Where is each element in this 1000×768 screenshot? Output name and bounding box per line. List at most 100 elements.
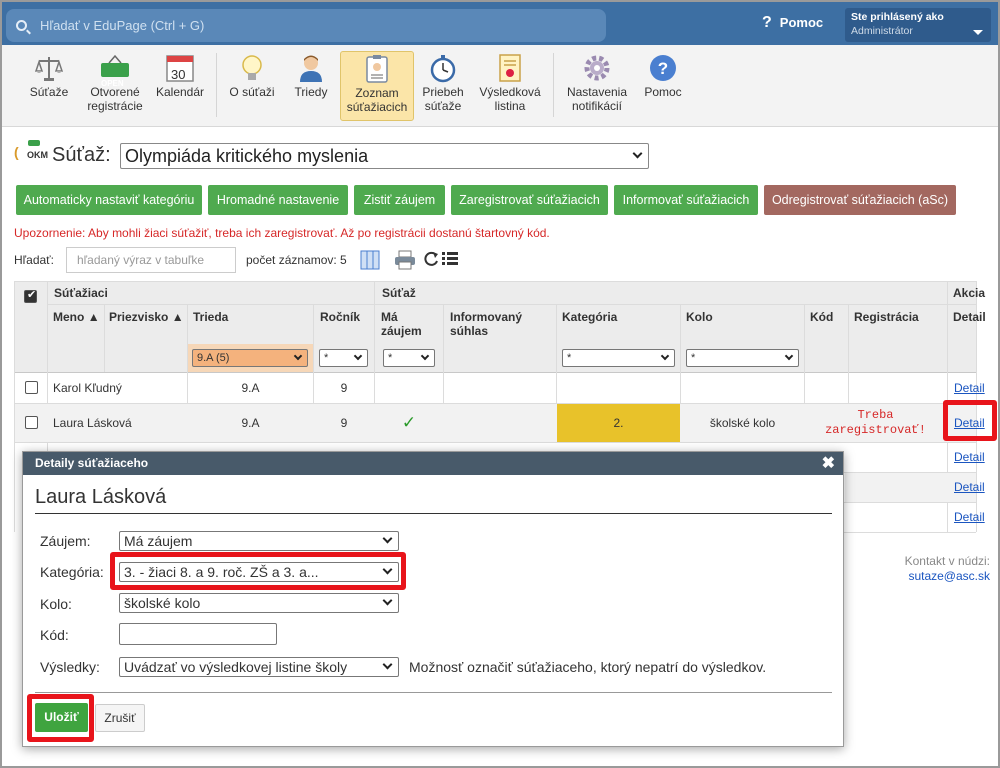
registration-warning: Upozornenie: Aby mohli žiaci súťažiť, tr… <box>14 226 550 240</box>
global-search-placeholder: Hľadať v EduPage (Ctrl + G) <box>40 18 205 33</box>
list-icon[interactable] <box>442 251 458 267</box>
logo-text: OKM <box>27 150 48 160</box>
col-registration[interactable]: Registrácia <box>854 310 919 324</box>
toolbar-item-open-registrations[interactable]: OPEN Otvorené registrácie <box>84 51 146 121</box>
row-checkbox[interactable] <box>25 416 38 429</box>
chevron-down-icon <box>420 351 430 361</box>
top-bar: Hľadať v EduPage (Ctrl + G) ? Pomoc Ste p… <box>2 2 998 45</box>
row-2-category: 2. <box>613 416 624 430</box>
class-filter-select[interactable]: 9.A (5) <box>192 349 308 367</box>
round-filter-select[interactable]: * <box>686 349 799 367</box>
contest-select-value: Olympiáda kritického myslenia <box>125 146 369 166</box>
col-interest[interactable]: Má záujem <box>381 310 437 338</box>
interest-select[interactable]: Má záujem <box>119 531 399 551</box>
col-round[interactable]: Kolo <box>686 310 713 324</box>
main-toolbar: Súťaže OPEN Otvorené registrácie 30 Kale… <box>2 45 998 127</box>
col-year[interactable]: Ročník <box>320 310 360 324</box>
round-select-value: školské kolo <box>124 595 201 611</box>
contact-email[interactable]: sutaze@asc.sk <box>905 569 990 584</box>
row-1-class: 9.A <box>241 381 260 395</box>
row-4-detail-link[interactable]: Detail <box>954 480 985 494</box>
toolbar-separator <box>553 53 554 117</box>
row-5-detail-link[interactable]: Detail <box>954 510 985 524</box>
table-search-input[interactable]: hľadaný výraz v tabuľke <box>66 247 236 273</box>
check-interest-button[interactable]: Zistiť záujem <box>354 185 445 215</box>
year-filter-value: * <box>324 352 329 364</box>
toolbar-label: O súťaži <box>229 85 275 99</box>
help-label: Pomoc <box>779 15 824 30</box>
help-link[interactable]: ? Pomoc <box>762 14 823 32</box>
toolbar-item-calendar[interactable]: 30 Kalendár <box>152 51 208 121</box>
toolbar-item-notifications[interactable]: Nastavenia notifikácií <box>560 51 634 121</box>
toolbar-separator <box>216 53 217 117</box>
round-select[interactable]: školské kolo <box>119 593 399 613</box>
bulk-settings-button[interactable]: Hromadné nastavenie <box>208 185 348 215</box>
highlight-save <box>27 694 94 742</box>
record-count: počet záznamov: 5 <box>246 253 347 267</box>
toolbar-item-progress[interactable]: Priebeh súťaže <box>418 51 468 121</box>
col-code[interactable]: Kód <box>810 310 833 324</box>
chevron-down-icon <box>353 351 363 361</box>
print-icon[interactable] <box>394 250 416 270</box>
user-menu[interactable]: Ste prihlásený ako Administrátor <box>845 8 991 42</box>
toolbar-item-results[interactable]: Výsledková listina <box>474 51 546 121</box>
col-name[interactable]: Meno ▲ <box>53 310 100 324</box>
auto-category-button[interactable]: Automaticky nastaviť kategóriu <box>16 185 202 215</box>
row-1-name: Karol Kľudný <box>53 381 122 395</box>
chevron-down-icon <box>382 595 393 606</box>
col-class[interactable]: Trieda <box>193 310 228 324</box>
contact-label: Kontakt v núdzi: <box>904 554 990 568</box>
toolbar-item-about[interactable]: O súťaži <box>224 51 280 121</box>
category-filter-select[interactable]: * <box>562 349 675 367</box>
row-1-detail-link[interactable]: Detail <box>954 381 985 395</box>
clipboard-list-icon <box>366 55 388 83</box>
toolbar-label: Zoznam súťažiacich <box>346 86 408 114</box>
toolbar-item-competitions[interactable]: Súťaže <box>20 51 78 121</box>
col-category[interactable]: Kategória <box>562 310 617 324</box>
unregister-participants-button[interactable]: Odregistrovať súťažiacich (aSc) <box>764 185 956 215</box>
row-3-detail-link[interactable]: Detail <box>954 450 985 464</box>
col-surname[interactable]: Priezvisko ▲ <box>109 310 184 324</box>
toolbar-label: Súťaže <box>29 85 69 99</box>
dialog-header: Detaily súťažiaceho ✖ <box>23 452 843 475</box>
global-search-input[interactable]: Hľadať v EduPage (Ctrl + G) <box>6 9 606 42</box>
col-name-label: Meno <box>53 310 85 324</box>
participant-details-dialog: Detaily súťažiaceho ✖ Laura Lásková Záuj… <box>22 451 844 747</box>
year-filter-select[interactable]: * <box>319 349 368 367</box>
person-icon <box>300 55 322 82</box>
select-all-checkbox[interactable]: ✔ <box>24 289 37 303</box>
interest-filter-select[interactable]: * <box>383 349 435 367</box>
certificate-icon <box>499 54 521 82</box>
refresh-icon[interactable] <box>422 250 440 268</box>
chevron-down-icon <box>632 148 643 159</box>
round-filter-value: * <box>691 352 696 364</box>
row-2-class: 9.A <box>241 416 260 430</box>
col-consent[interactable]: Informovaný súhlas <box>450 310 540 338</box>
interest-select-value: Má záujem <box>124 533 193 549</box>
contest-label: Súťaž: <box>52 144 111 166</box>
chevron-down-icon <box>293 351 303 361</box>
inform-participants-button[interactable]: Informovať súťažiacich <box>614 185 758 215</box>
contest-select[interactable]: Olympiáda kritického myslenia <box>120 143 649 169</box>
open-badge: OPEN <box>101 79 124 88</box>
results-select[interactable]: Uvádzať vo výsledkovej listine školy <box>119 657 399 677</box>
cancel-button[interactable]: Zrušiť <box>95 704 145 732</box>
register-participants-button[interactable]: Zaregistrovať súťažiacich <box>451 185 608 215</box>
toolbar-label: Triedy <box>294 85 328 99</box>
toolbar-item-help[interactable]: ? Pomoc <box>640 51 686 121</box>
code-label: Kód: <box>40 627 69 643</box>
group-students: Súťažiaci <box>54 286 108 300</box>
toolbar-item-participants[interactable]: Zoznam súťažiacich <box>340 51 414 121</box>
highlight-detail <box>943 400 997 441</box>
gear-icon <box>584 55 610 81</box>
stopwatch-icon <box>430 55 456 83</box>
chevron-down-icon <box>784 351 794 361</box>
code-input[interactable] <box>119 623 277 645</box>
search-icon <box>16 20 27 31</box>
chevron-down-icon <box>973 30 983 35</box>
toolbar-item-classes[interactable]: Triedy <box>286 51 336 121</box>
divider <box>35 692 832 693</box>
row-checkbox[interactable] <box>25 381 38 394</box>
columns-icon[interactable] <box>360 250 380 270</box>
close-icon[interactable]: ✖ <box>822 452 835 475</box>
